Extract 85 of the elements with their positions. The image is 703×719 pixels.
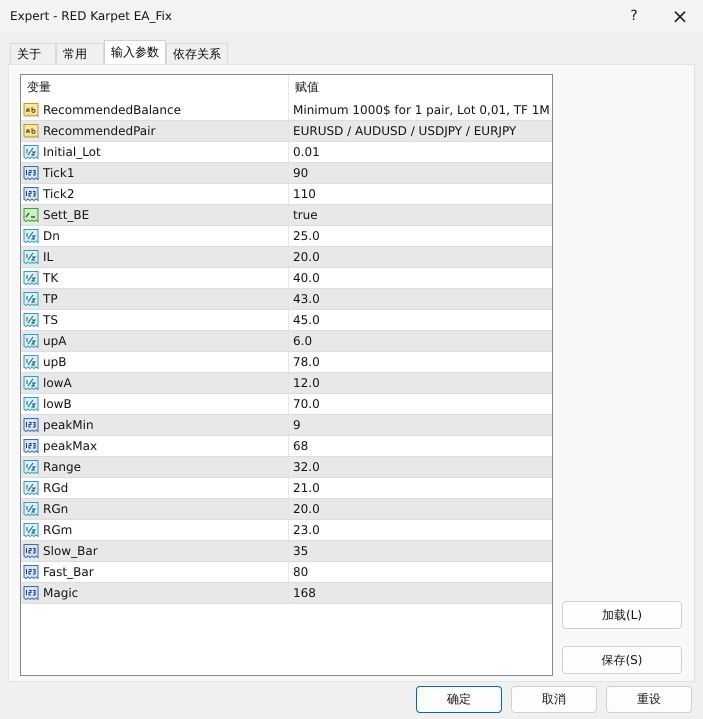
- parameter-name: Tick1: [43, 166, 74, 180]
- fraction-type-icon: [23, 480, 39, 496]
- parameter-name: lowB: [43, 397, 72, 411]
- parameter-value[interactable]: 25.0: [293, 229, 320, 243]
- parameter-value[interactable]: 90: [293, 166, 308, 180]
- parameter-value[interactable]: 80: [293, 565, 308, 579]
- parameter-name: RecommendedPair: [43, 124, 156, 138]
- integer-type-icon: [23, 564, 39, 580]
- parameter-name: RGn: [43, 502, 68, 516]
- fraction-type-icon: [23, 312, 39, 328]
- parameter-name: upB: [43, 355, 66, 369]
- column-header[interactable]: 赋值: [289, 75, 552, 100]
- parameter-name: Range: [43, 460, 82, 474]
- tab[interactable]: 依存关系: [166, 43, 228, 64]
- parameter-name: TK: [43, 271, 58, 285]
- parameter-name: TS: [43, 313, 58, 327]
- fraction-type-icon: [23, 375, 39, 391]
- fraction-type-icon: [23, 459, 39, 475]
- window-title: Expert - RED Karpet EA_Fix: [9, 9, 173, 23]
- integer-type-icon: [23, 438, 39, 454]
- parameter-value[interactable]: EURUSD / AUDUSD / USDJPY / EURJPY: [293, 124, 516, 138]
- parameter-name: Fast_Bar: [43, 565, 94, 579]
- parameter-name: Tick2: [43, 187, 74, 201]
- load-button[interactable]: 加载(L): [562, 601, 682, 629]
- parameter-value[interactable]: 0.01: [293, 145, 320, 159]
- parameter-value[interactable]: 43.0: [293, 292, 320, 306]
- fraction-type-icon: [23, 333, 39, 349]
- parameter-name: peakMin: [43, 418, 94, 432]
- tab[interactable]: 关于: [10, 43, 56, 64]
- parameter-name: TP: [43, 292, 58, 306]
- fraction-type-icon: [23, 270, 39, 286]
- parameter-name: Magic: [43, 586, 78, 600]
- parameter-name: upA: [43, 334, 66, 348]
- text-type-icon: [23, 123, 39, 139]
- parameter-value[interactable]: 32.0: [293, 460, 320, 474]
- fraction-type-icon: [23, 396, 39, 412]
- parameter-name: lowA: [43, 376, 72, 390]
- dialog-button[interactable]: 取消: [511, 686, 597, 713]
- parameter-name: Dn: [43, 229, 60, 243]
- parameter-value[interactable]: 12.0: [293, 376, 320, 390]
- parameter-value[interactable]: 110: [293, 187, 316, 201]
- fraction-type-icon: [23, 291, 39, 307]
- parameter-name: Sett_BE: [43, 208, 90, 222]
- integer-type-icon: [23, 165, 39, 181]
- parameter-value[interactable]: 45.0: [293, 313, 320, 327]
- help-button[interactable]: ?: [611, 0, 657, 32]
- fraction-type-icon: [23, 228, 39, 244]
- parameter-value[interactable]: 20.0: [293, 250, 320, 264]
- boolean-type-icon: [23, 207, 39, 223]
- parameter-name: IL: [43, 250, 54, 264]
- fraction-type-icon: [23, 249, 39, 265]
- parameter-value[interactable]: 20.0: [293, 502, 320, 516]
- parameter-value[interactable]: Minimum 1000$ for 1 pair, Lot 0,01, TF 1M: [293, 103, 550, 117]
- parameter-name: RGd: [43, 481, 68, 495]
- fraction-type-icon: [23, 501, 39, 517]
- integer-type-icon: [23, 186, 39, 202]
- save-button[interactable]: 保存(S): [562, 646, 682, 674]
- fraction-type-icon: [23, 144, 39, 160]
- parameter-value[interactable]: 23.0: [293, 523, 320, 537]
- parameter-name: RGm: [43, 523, 72, 537]
- parameter-name: RecommendedBalance: [43, 103, 181, 117]
- parameter-name: peakMax: [43, 439, 98, 453]
- text-type-icon: [23, 102, 39, 118]
- close-button[interactable]: ×: [657, 0, 703, 32]
- parameter-name: Initial_Lot: [43, 145, 101, 159]
- parameter-value[interactable]: 70.0: [293, 397, 320, 411]
- parameter-value[interactable]: 78.0: [293, 355, 320, 369]
- integer-type-icon: [23, 417, 39, 433]
- parameter-value[interactable]: 21.0: [293, 481, 320, 495]
- parameter-value[interactable]: 6.0: [293, 334, 312, 348]
- parameter-value[interactable]: 168: [293, 586, 316, 600]
- parameter-value[interactable]: 9: [293, 418, 301, 432]
- tab[interactable]: 常用: [56, 43, 104, 64]
- parameter-name: Slow_Bar: [43, 544, 98, 558]
- parameter-value[interactable]: 35: [293, 544, 308, 558]
- parameter-value[interactable]: true: [293, 208, 318, 222]
- parameter-value[interactable]: 68: [293, 439, 308, 453]
- parameter-value[interactable]: 40.0: [293, 271, 320, 285]
- integer-type-icon: [23, 585, 39, 601]
- dialog-button[interactable]: 确定: [416, 686, 502, 713]
- fraction-type-icon: [23, 354, 39, 370]
- dialog-button[interactable]: 重设: [606, 686, 692, 713]
- tab[interactable]: 输入参数: [104, 40, 166, 64]
- integer-type-icon: [23, 543, 39, 559]
- fraction-type-icon: [23, 522, 39, 538]
